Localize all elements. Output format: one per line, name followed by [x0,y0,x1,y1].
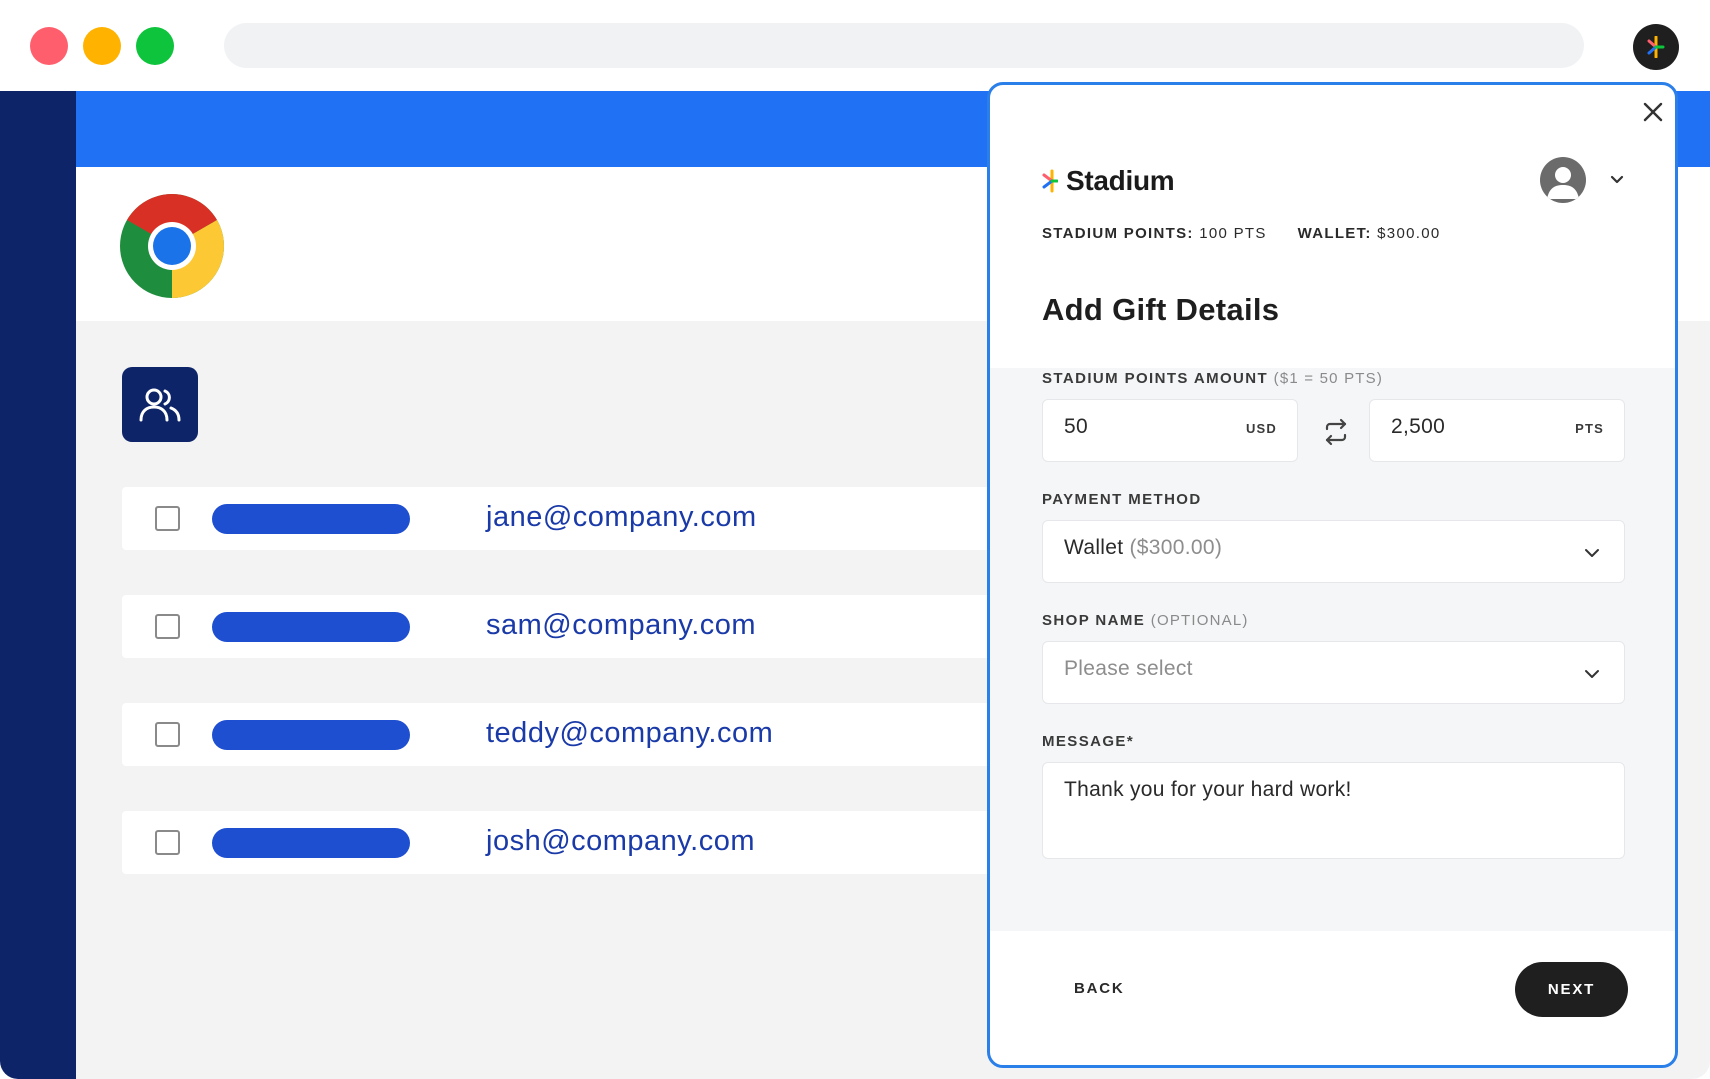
stadium-brand: Stadium [1042,165,1175,197]
payment-method-select[interactable]: Wallet ($300.00) [1042,520,1625,583]
wallet-value: $300.00 [1377,225,1441,242]
shop-name-optional-hint: (OPTIONAL) [1150,612,1249,629]
window-close-button[interactable] [30,27,68,65]
amount-rate-hint: ($1 = 50 PTS) [1273,370,1384,387]
brand-name: Stadium [1066,165,1175,196]
recipient-row: sam@company.com [122,595,1022,658]
users-icon [139,388,181,421]
points-unit: PTS [1575,421,1604,436]
payment-method-label: PAYMENT METHOD [1042,491,1202,508]
recipient-name-placeholder [212,828,410,858]
message-label: MESSAGE* [1042,733,1135,750]
payment-method-value: Wallet ($300.00) [1064,536,1223,559]
chevron-down-icon [1585,549,1599,557]
users-button[interactable] [122,367,198,442]
points-label: STADIUM POINTS: [1042,225,1194,242]
gift-details-panel: Stadium STADIUM POINTS: 100 PTS WALLET: … [987,82,1678,1068]
panel-title: Add Gift Details [1042,292,1280,327]
shop-name-select[interactable]: Please select [1042,641,1625,704]
recipient-row: josh@company.com [122,811,1022,874]
recipient-row: teddy@company.com [122,703,1022,766]
usd-amount-value: 50 [1064,415,1088,438]
recipient-email: sam@company.com [486,609,757,641]
chrome-logo-icon [120,194,224,298]
recipient-name-placeholder [212,504,410,534]
address-bar[interactable] [224,23,1584,68]
amount-label: STADIUM POINTS AMOUNT ($1 = 50 PTS) [1042,370,1384,387]
window-titlebar [0,0,1710,91]
recipient-email: josh@company.com [486,825,755,857]
usd-unit: USD [1245,421,1277,436]
shop-name-label: SHOP NAME (OPTIONAL) [1042,612,1249,629]
app-sidebar [0,91,76,1079]
message-value: Thank you for your hard work! [1064,778,1352,801]
close-icon[interactable] [1640,99,1666,125]
chevron-down-icon[interactable] [1606,168,1628,190]
recipient-email: teddy@company.com [486,717,774,749]
stadium-logo-icon [1647,36,1665,58]
recipient-row: jane@company.com [122,487,1022,550]
shop-name-placeholder: Please select [1064,657,1193,680]
stadium-extension-button[interactable] [1633,24,1679,70]
points-amount-input[interactable]: 2,500 PTS [1369,399,1625,462]
app-window: jane@company.com sam@company.com teddy@c… [0,0,1710,1079]
recipient-checkbox[interactable] [155,614,180,639]
next-button[interactable]: NEXT [1515,962,1628,1017]
stadium-logo-icon [1042,169,1058,193]
recipient-name-placeholder [212,720,410,750]
user-avatar-icon[interactable] [1540,157,1586,203]
wallet-label: WALLET: [1297,225,1372,242]
back-button[interactable]: BACK [1074,980,1125,997]
points-amount-value: 2,500 [1391,415,1446,438]
window-minimize-button[interactable] [83,27,121,65]
recipient-checkbox[interactable] [155,830,180,855]
chevron-down-icon [1585,670,1599,678]
recipient-checkbox[interactable] [155,506,180,531]
window-maximize-button[interactable] [136,27,174,65]
recipient-checkbox[interactable] [155,722,180,747]
swap-arrows-icon[interactable] [1320,416,1352,448]
points-value: 100 PTS [1199,225,1267,242]
usd-amount-input[interactable]: 50 USD [1042,399,1298,462]
account-stats: STADIUM POINTS: 100 PTS WALLET: $300.00 [1042,225,1440,242]
recipient-email: jane@company.com [486,501,757,533]
message-textarea[interactable]: Thank you for your hard work! [1042,762,1625,859]
recipient-name-placeholder [212,612,410,642]
